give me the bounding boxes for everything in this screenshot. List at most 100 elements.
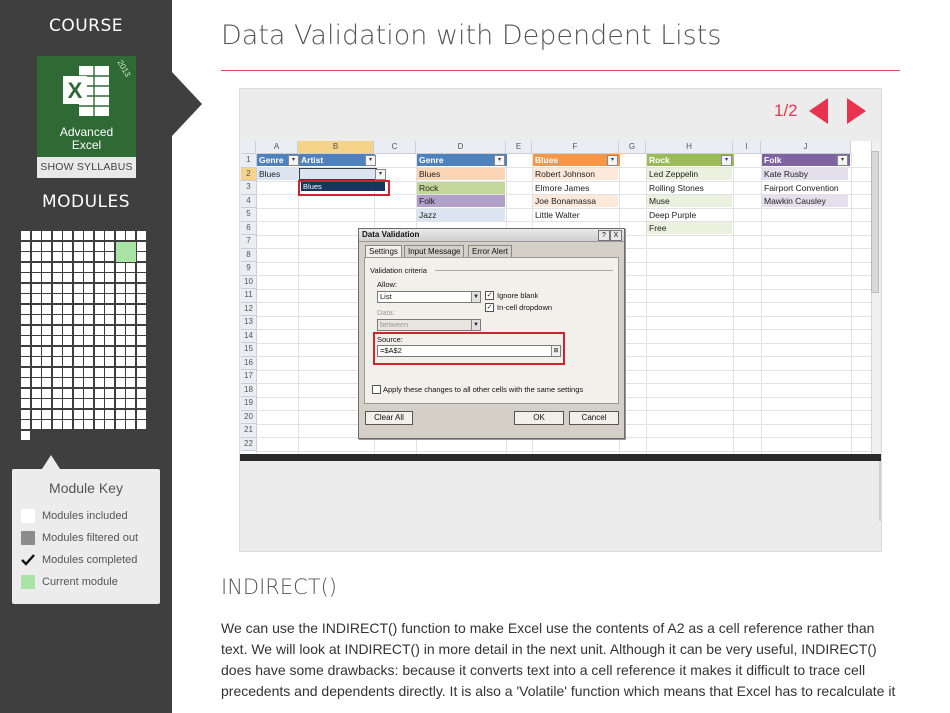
module-cell[interactable]	[21, 231, 30, 240]
module-cell[interactable]	[52, 336, 62, 345]
module-cell[interactable]	[31, 336, 41, 345]
module-cell[interactable]	[94, 273, 104, 282]
module-cell[interactable]	[105, 294, 114, 303]
module-cell[interactable]	[31, 388, 41, 398]
module-cell[interactable]	[52, 262, 62, 272]
cancel-button[interactable]: Cancel	[569, 411, 619, 425]
clear-all-button[interactable]: Clear All	[365, 411, 413, 425]
module-cell[interactable]	[115, 399, 125, 408]
module-cell[interactable]	[73, 315, 83, 324]
module-cell[interactable]	[84, 252, 93, 261]
module-cell[interactable]	[115, 325, 125, 335]
module-cell[interactable]	[84, 241, 93, 251]
module-cell[interactable]	[42, 315, 51, 324]
column-header[interactable]: A	[256, 141, 298, 154]
module-cell[interactable]	[31, 420, 41, 429]
module-cell[interactable]	[21, 283, 30, 293]
module-cell[interactable]	[84, 399, 93, 408]
module-cell[interactable]	[31, 283, 41, 293]
module-cell[interactable]	[115, 409, 125, 419]
module-cell[interactable]	[21, 325, 30, 335]
module-cell[interactable]	[94, 252, 104, 261]
module-cell[interactable]	[52, 325, 62, 335]
module-cell[interactable]	[84, 388, 93, 398]
module-cell[interactable]	[136, 420, 146, 429]
row-header[interactable]: 5	[241, 208, 257, 222]
module-cell[interactable]	[63, 294, 72, 303]
module-cell[interactable]	[63, 399, 72, 408]
module-cell[interactable]	[52, 241, 62, 251]
module-cell[interactable]	[52, 231, 62, 240]
module-cell[interactable]	[115, 283, 125, 293]
module-cell[interactable]	[63, 241, 72, 251]
module-cell[interactable]	[21, 241, 30, 251]
column-header[interactable]: E	[506, 141, 532, 154]
module-cell[interactable]	[94, 367, 104, 377]
module-cell[interactable]	[42, 294, 51, 303]
module-cell[interactable]	[136, 357, 146, 366]
row-header[interactable]: 15	[241, 343, 257, 357]
tab-error-alert[interactable]: Error Alert	[468, 245, 513, 257]
module-cell[interactable]	[21, 430, 30, 440]
module-cell[interactable]	[42, 367, 51, 377]
module-cell[interactable]	[73, 283, 83, 293]
module-cell[interactable]	[21, 388, 30, 398]
module-cell[interactable]	[115, 346, 125, 356]
module-cell[interactable]	[136, 315, 146, 324]
module-cell[interactable]	[21, 399, 30, 408]
module-cell[interactable]	[42, 231, 51, 240]
row-header[interactable]: 4	[241, 194, 257, 208]
module-cell[interactable]	[42, 241, 51, 251]
module-cell[interactable]	[73, 273, 83, 282]
module-cell[interactable]	[84, 420, 93, 429]
module-cell[interactable]	[73, 399, 83, 408]
module-cell[interactable]	[105, 336, 114, 345]
module-cell[interactable]	[84, 357, 93, 366]
row-header[interactable]: 3	[241, 181, 257, 195]
row-header[interactable]: 20	[241, 410, 257, 424]
module-cell[interactable]	[136, 367, 146, 377]
module-cell[interactable]	[31, 325, 41, 335]
module-cell[interactable]	[31, 378, 41, 387]
module-cell[interactable]	[42, 357, 51, 366]
close-button[interactable]: X	[610, 230, 622, 241]
module-cell[interactable]	[42, 378, 51, 387]
module-cell[interactable]	[126, 346, 135, 356]
cell-dropdown-icon[interactable]: ▾	[375, 169, 386, 180]
module-cell[interactable]	[94, 378, 104, 387]
row-header[interactable]: 14	[241, 329, 257, 343]
source-input[interactable]: =$A$2 ⊞	[377, 345, 561, 357]
module-cell[interactable]	[105, 378, 114, 387]
module-cell[interactable]	[115, 231, 125, 240]
column-header[interactable]: I	[733, 141, 761, 154]
module-cell[interactable]	[31, 252, 41, 261]
row-header[interactable]: 7	[241, 235, 257, 249]
module-cell[interactable]	[115, 388, 125, 398]
module-cell[interactable]	[94, 315, 104, 324]
module-cell[interactable]	[31, 262, 41, 272]
module-cell[interactable]	[115, 378, 125, 387]
module-cell[interactable]	[136, 273, 146, 282]
module-cell[interactable]	[73, 262, 83, 272]
module-cell[interactable]	[52, 388, 62, 398]
row-header[interactable]: 12	[241, 302, 257, 316]
tab-settings[interactable]: Settings	[365, 245, 402, 257]
module-cell[interactable]	[94, 325, 104, 335]
tab-input-message[interactable]: Input Message	[404, 245, 465, 257]
module-cell[interactable]	[21, 420, 30, 429]
module-cell[interactable]	[126, 357, 135, 366]
module-cell[interactable]	[42, 262, 51, 272]
module-cell[interactable]	[73, 241, 83, 251]
module-cell[interactable]	[42, 325, 51, 335]
module-cell[interactable]	[136, 241, 146, 251]
module-cell[interactable]	[84, 273, 93, 282]
module-cell[interactable]	[115, 367, 125, 377]
module-cell[interactable]	[84, 294, 93, 303]
module-cell[interactable]	[73, 357, 83, 366]
module-cell[interactable]	[94, 336, 104, 345]
module-cell[interactable]	[52, 357, 62, 366]
module-cell[interactable]	[31, 294, 41, 303]
module-cell[interactable]	[105, 252, 114, 261]
module-cell[interactable]	[136, 262, 146, 272]
module-cell[interactable]	[136, 378, 146, 387]
